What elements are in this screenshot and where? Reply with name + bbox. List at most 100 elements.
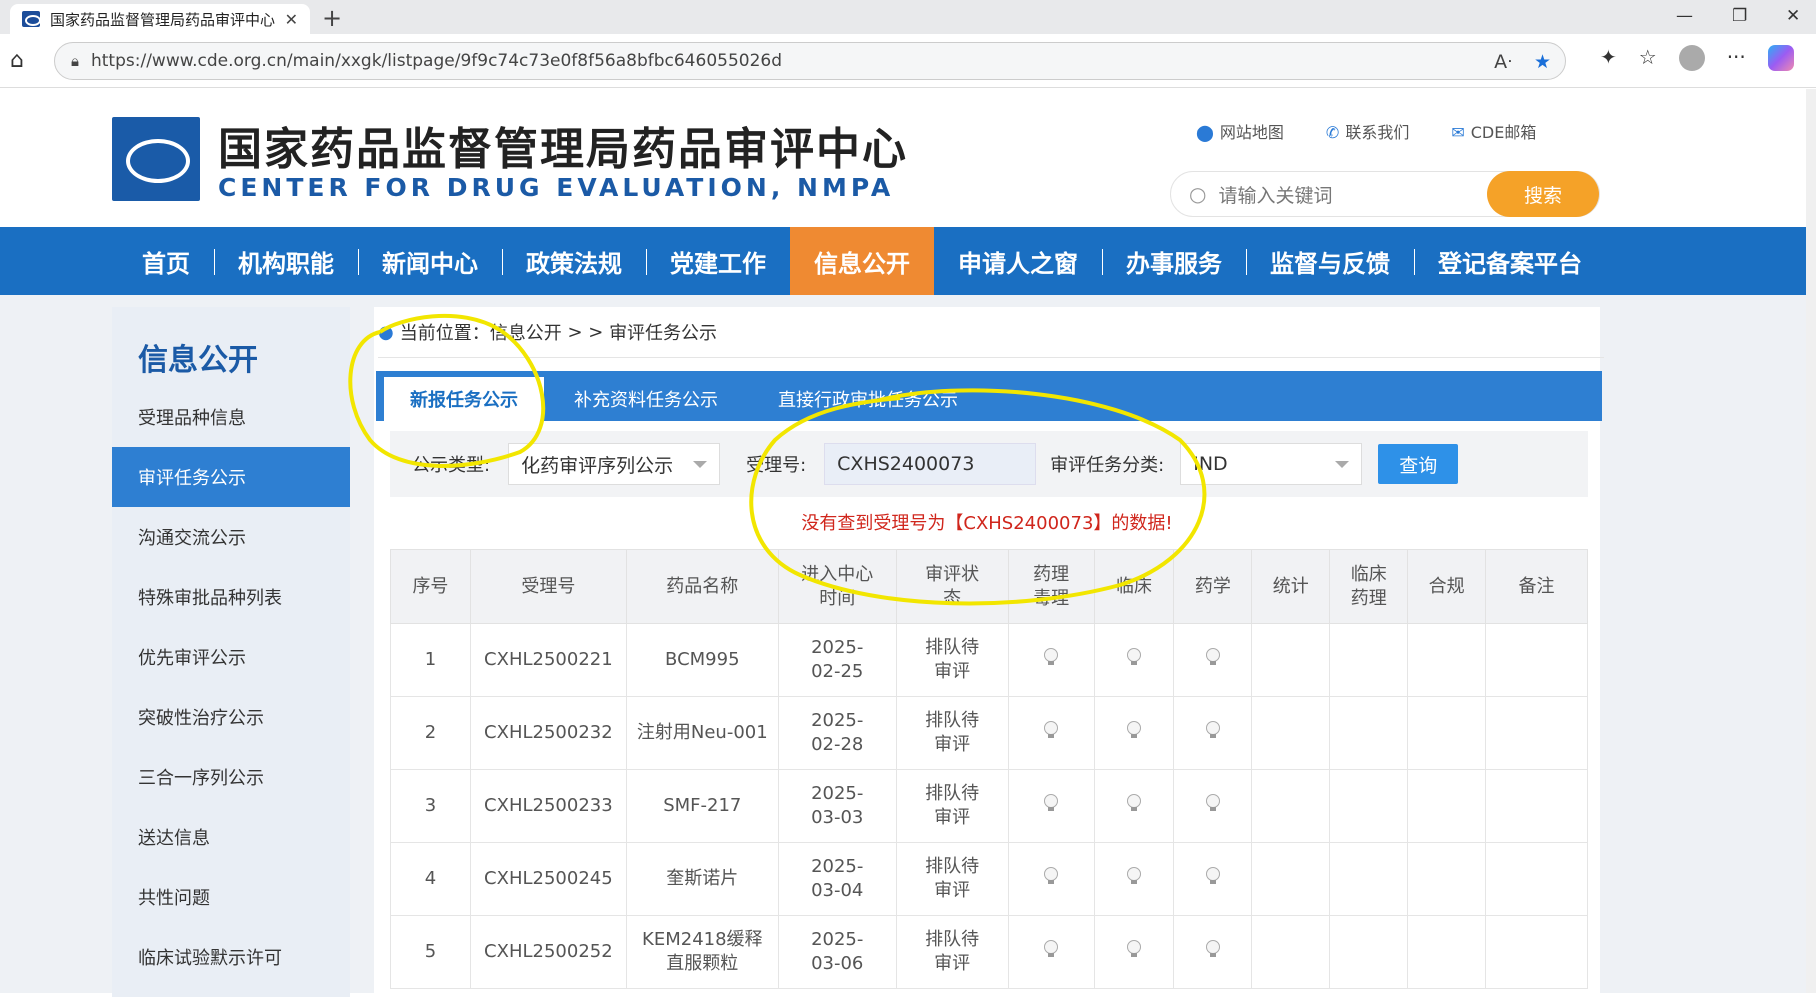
lightbulb-icon xyxy=(1044,939,1059,958)
extensions-icon[interactable]: ✦ xyxy=(1600,45,1617,71)
divider xyxy=(378,357,1604,358)
cell-progress xyxy=(1173,842,1253,916)
tab-new-tasks[interactable]: 新报任务公示 xyxy=(384,377,544,421)
cell-entry-date: 2025-03-04 xyxy=(777,842,897,916)
task-table: 序号 受理号 药品名称 进入中心时间 审评状态 药理毒理 临床 药学 统计 临床… xyxy=(390,549,1588,989)
table-row[interactable]: 4 CXHL2500245 奎斯诺片 2025-03-04 排队待审评 xyxy=(390,842,1588,916)
cell-review-status: 排队待审评 xyxy=(895,915,1009,989)
tab-supplement-tasks[interactable]: 补充资料任务公示 xyxy=(544,377,748,421)
cell-drug-name: BCM995 xyxy=(625,623,779,697)
cde-logo[interactable] xyxy=(112,117,200,201)
favorites-icon[interactable]: ☆ xyxy=(1639,45,1657,71)
browser-tab[interactable]: 国家药品监督管理局药品审评中心 ✕ xyxy=(10,4,310,34)
sidebar-item-special-approval[interactable]: 特殊审批品种列表 xyxy=(112,567,350,627)
tab-title: 国家药品监督管理局药品审评中心 xyxy=(50,10,276,29)
lightbulb-icon xyxy=(1127,647,1141,666)
breadcrumb-section[interactable]: 信息公开 xyxy=(490,319,562,345)
acceptance-number-input[interactable]: CXHS2400073 xyxy=(824,443,1037,485)
breadcrumb: ● 当前位置： 信息公开 > > 审评任务公示 xyxy=(378,319,717,345)
cell-number: 1 xyxy=(390,623,471,697)
sidebar: 信息公开 受理品种信息 审评任务公示 沟通交流公示 特殊审批品种列表 优先审评公… xyxy=(112,307,350,997)
contact-link[interactable]: ✆ 联系我们 xyxy=(1326,119,1409,143)
cell-progress xyxy=(1007,915,1095,989)
minimize-icon[interactable]: — xyxy=(1676,6,1693,26)
sidebar-item-common-issues[interactable]: 共性问题 xyxy=(112,867,350,927)
page-scrollbar[interactable] xyxy=(1806,89,1816,993)
sidebar-item-review-tasks[interactable]: 审评任务公示 xyxy=(112,447,350,507)
cell-entry-date: 2025-02-25 xyxy=(777,623,897,697)
cell-progress xyxy=(1173,623,1253,697)
sidebar-item-clinical-trial[interactable]: 临床试验默示许可 xyxy=(112,927,350,987)
nav-item-functions[interactable]: 机构职能 xyxy=(214,227,358,295)
cell-drug-name: SMF-217 xyxy=(625,769,779,843)
sidebar-item-communication[interactable]: 沟通交流公示 xyxy=(112,507,350,567)
more-menu-icon[interactable]: ··· xyxy=(1727,45,1746,71)
url-text: https://www.cde.org.cn/main/xxgk/listpag… xyxy=(90,51,782,71)
sitemap-link[interactable]: ⬤ 网站地图 xyxy=(1196,119,1284,143)
query-button[interactable]: 查询 xyxy=(1378,444,1459,484)
table-row[interactable]: 3 CXHL2500233 SMF-217 2025-03-03 排队待审评 xyxy=(390,769,1588,843)
no-data-message: 没有查到受理号为【CXHS2400073】的数据! xyxy=(801,513,1173,534)
search-button[interactable]: 搜索 xyxy=(1487,171,1599,217)
nav-item-feedback[interactable]: 监督与反馈 xyxy=(1246,227,1414,295)
home-icon[interactable]: ⌂ xyxy=(10,48,24,73)
table-row[interactable]: 5 CXHL2500252 KEM2418缓释直服颗粒 2025-03-06 排队待审评 xyxy=(390,915,1588,989)
cell-empty xyxy=(1407,915,1487,989)
search-icon: ○ xyxy=(1189,182,1207,206)
close-window-icon[interactable]: ✕ xyxy=(1786,6,1800,26)
sidebar-item-accepted[interactable]: 受理品种信息 xyxy=(112,387,350,447)
nav-item-info-public[interactable]: 信息公开 xyxy=(790,227,934,295)
cell-empty xyxy=(1251,623,1331,697)
cell-progress xyxy=(1093,842,1175,916)
cell-empty xyxy=(1251,769,1331,843)
sidebar-item-three-in-one[interactable]: 三合一序列公示 xyxy=(112,747,350,807)
read-aloud-icon[interactable]: Aᐧ xyxy=(1494,51,1512,73)
lightbulb-icon xyxy=(1044,793,1059,812)
nav-item-home[interactable]: 首页 xyxy=(118,227,214,295)
site-title-en: CENTER FOR DRUG EVALUATION, NMPA xyxy=(218,173,895,202)
nav-item-policy[interactable]: 政策法规 xyxy=(502,227,646,295)
restore-icon[interactable]: ❐ xyxy=(1732,6,1747,26)
category-select[interactable]: IND xyxy=(1180,443,1363,485)
type-select[interactable]: 化药审评序列公示 xyxy=(508,443,721,485)
nav-item-services[interactable]: 办事服务 xyxy=(1102,227,1246,295)
cell-acceptance-number: CXHL2500232 xyxy=(469,696,627,770)
col-header: 临床 xyxy=(1093,549,1175,624)
col-header: 审评状态 xyxy=(895,549,1009,624)
close-tab-icon[interactable]: ✕ xyxy=(285,10,298,29)
chevron-down-icon xyxy=(693,461,708,468)
cell-progress xyxy=(1007,696,1095,770)
profile-avatar[interactable] xyxy=(1678,45,1705,71)
col-header: 受理号 xyxy=(469,549,627,624)
lightbulb-icon xyxy=(1044,866,1059,885)
url-field[interactable]: 🔒︎ https://www.cde.org.cn/main/xxgk/list… xyxy=(54,42,1566,80)
nav-item-registration[interactable]: 登记备案平台 xyxy=(1414,227,1606,295)
sidebar-item-delivery[interactable]: 送达信息 xyxy=(112,807,350,867)
sidebar-item-breakthrough[interactable]: 突破性治疗公示 xyxy=(112,687,350,747)
nav-item-applicant[interactable]: 申请人之窗 xyxy=(934,227,1102,295)
nav-item-party[interactable]: 党建工作 xyxy=(646,227,790,295)
category-select-value: IND xyxy=(1193,453,1228,475)
cell-empty xyxy=(1407,696,1487,770)
nav-item-news[interactable]: 新闻中心 xyxy=(358,227,502,295)
sidebar-item-priority[interactable]: 优先审评公示 xyxy=(112,627,350,687)
tab-direct-approval-tasks[interactable]: 直接行政审批任务公示 xyxy=(748,377,988,421)
new-tab-icon[interactable]: + xyxy=(322,4,342,32)
site-header: 国家药品监督管理局药品审评中心 CENTER FOR DRUG EVALUATI… xyxy=(0,89,1816,227)
lightbulb-icon xyxy=(1044,720,1059,739)
cell-acceptance-number: CXHL2500245 xyxy=(469,842,627,916)
mail-icon: ✉ xyxy=(1451,123,1465,142)
lightbulb-icon xyxy=(1205,793,1220,812)
favorite-star-icon[interactable]: ★ xyxy=(1534,51,1551,73)
lightbulb-icon xyxy=(1127,866,1141,885)
cell-drug-name: KEM2418缓释直服颗粒 xyxy=(625,915,779,989)
mail-link[interactable]: ✉ CDE邮箱 xyxy=(1451,119,1536,143)
copilot-icon[interactable] xyxy=(1767,45,1794,71)
table-row[interactable]: 1 CXHL2500221 BCM995 2025-02-25 排队待审评 xyxy=(390,623,1588,697)
cell-entry-date: 2025-02-28 xyxy=(777,696,897,770)
search-input[interactable]: 请输入关键词 xyxy=(1218,181,1332,208)
lock-icon: 🔒︎ xyxy=(71,52,79,70)
table-row[interactable]: 2 CXHL2500232 注射用Neu-001 2025-02-28 排队待审评 xyxy=(390,696,1588,770)
col-header: 临床药理 xyxy=(1329,549,1409,624)
site-favicon-icon xyxy=(22,11,41,27)
